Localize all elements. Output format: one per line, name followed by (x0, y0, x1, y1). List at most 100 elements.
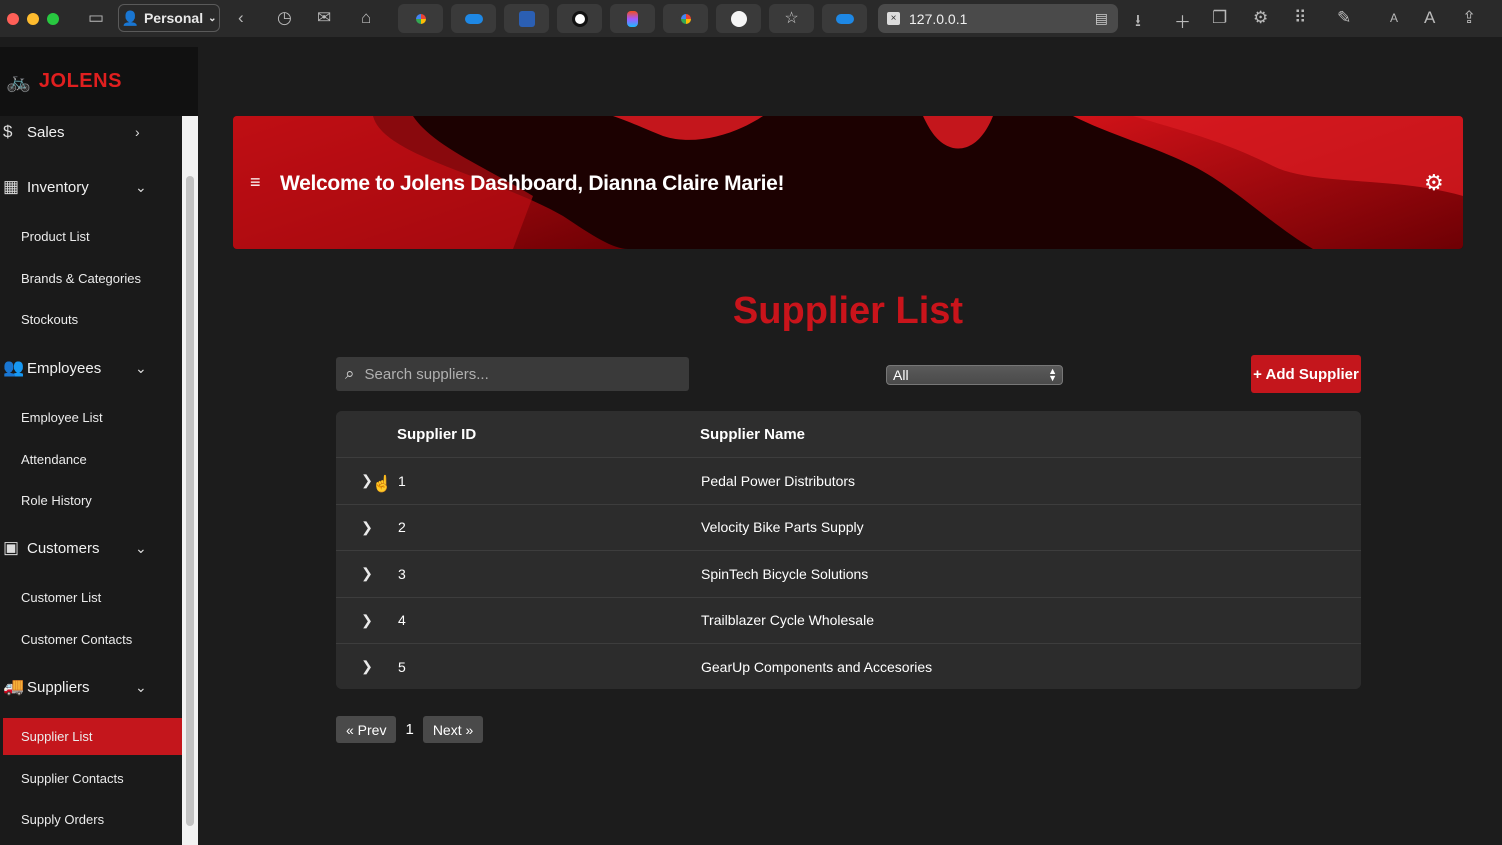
edit-icon[interactable]: ✎ (1337, 8, 1351, 28)
scrollbar-thumb[interactable] (186, 176, 194, 826)
select-arrows-icon: ▲ ▼ (1048, 366, 1057, 383)
current-page-number: 1 (405, 721, 414, 738)
supplier-filter-select[interactable]: All ▲ ▼ (886, 365, 1063, 385)
supplier-id-cell: 3 (398, 565, 406, 582)
sidebar-scrollbar[interactable] (182, 116, 198, 845)
filter-selected-value: All (893, 367, 909, 383)
contact-card-icon: ▣ (3, 538, 20, 557)
new-tab-icon[interactable]: ＋ (1174, 8, 1191, 33)
expand-row-icon[interactable]: ❯ (336, 658, 398, 675)
minimize-window-button[interactable] (27, 12, 39, 25)
sidebar-item-attendance[interactable]: Attendance (0, 442, 182, 476)
section-label: Inventory (27, 178, 89, 196)
onedrive-favicon-tab[interactable] (451, 4, 496, 33)
section-label: Employees (27, 359, 102, 377)
profile-label: Personal (143, 10, 204, 26)
close-window-button[interactable] (7, 12, 19, 25)
supplier-name-cell: Trailblazer Cycle Wholesale (701, 612, 874, 629)
supplier-id-cell: 1 (398, 472, 406, 489)
favorites-star-tab[interactable]: ☆ (769, 4, 814, 33)
browser-toolbar: ▭ 👤 Personal ⌄ ‹ ◷ ✉ ⌂ ☆ × 127.0.0.1 ▤ ⭳… (0, 0, 1502, 37)
settings-gear-icon[interactable]: ⚙ (1424, 170, 1444, 196)
mouse-pointer-icon: ☝ (372, 476, 392, 493)
sidebar-item-customer-list[interactable]: Customer List (0, 580, 182, 614)
download-icon[interactable]: ⭳ (1135, 8, 1141, 37)
tabs-overview-icon[interactable]: ❐ (1212, 8, 1227, 28)
apps-grid-icon[interactable]: ⠿ (1294, 8, 1306, 28)
figma-favicon-tab[interactable] (610, 4, 655, 33)
sidebar-item-product-list[interactable]: Product List (0, 219, 182, 253)
sidebar-section-inventory[interactable]: ▦ Inventory ⌄ (0, 167, 182, 207)
sidebar: 🚲 JOLENS $ Sales › ▦ Inventory ⌄ Product… (0, 47, 198, 845)
supplier-name-cell: Pedal Power Distributors (701, 472, 856, 489)
sidebar-item-label: Employee List (21, 409, 103, 425)
history-icon[interactable]: ◷ (277, 8, 292, 28)
sidebar-item-employee-list[interactable]: Employee List (0, 400, 182, 434)
chevron-down-icon: ⌄ (135, 539, 147, 556)
sidebar-item-label: Customer Contacts (21, 631, 133, 647)
supplier-id-cell: 2 (398, 519, 406, 536)
chevron-right-icon: › (135, 124, 140, 140)
maximize-window-button[interactable] (47, 12, 59, 25)
search-input[interactable] (364, 365, 655, 383)
truck-icon: 🚚 (3, 677, 25, 696)
prev-page-button[interactable]: « Prev (336, 716, 397, 743)
sidebar-item-label: Supplier Contacts (21, 770, 124, 786)
column-header-supplier-id: Supplier ID (397, 425, 477, 443)
supplier-name-cell: GearUp Components and Accesories (701, 658, 933, 675)
person-icon: 👤 (121, 9, 139, 26)
supplier-table: Supplier ID Supplier Name ❯ 1 Pedal Powe… (336, 411, 1361, 689)
sidebar-item-label: Product List (21, 228, 90, 244)
welcome-message: Welcome to Jolens Dashboard, Dianna Clai… (280, 172, 785, 195)
bicycle-icon: 🚲 (6, 71, 31, 93)
sidebar-section-sales[interactable]: $ Sales › (0, 112, 182, 152)
table-row[interactable]: ❯ 5 GearUp Components and Accesories (336, 643, 1361, 689)
next-page-button[interactable]: Next » (422, 716, 484, 743)
expand-row-icon[interactable]: ❯ (336, 612, 398, 629)
add-supplier-button[interactable]: + Add Supplier (1251, 355, 1361, 393)
sidebar-item-supply-orders[interactable]: Supply Orders (0, 802, 182, 836)
sidebar-section-customers[interactable]: ▣ Customers ⌄ (0, 528, 182, 568)
section-label: Sales (27, 123, 65, 141)
sidebar-item-supplier-contacts[interactable]: Supplier Contacts (0, 761, 182, 795)
sidebar-section-suppliers[interactable]: 🚚 Suppliers ⌄ (0, 667, 182, 707)
expand-row-icon[interactable]: ❯ (336, 565, 398, 582)
table-row[interactable]: ❯ 1 Pedal Power Distributors (336, 457, 1361, 504)
reader-icon[interactable]: ▤ (1095, 10, 1108, 27)
share-icon[interactable]: ⇪ (1462, 8, 1476, 28)
font-increase-icon[interactable]: A (1424, 8, 1435, 28)
table-row[interactable]: ❯ 4 Trailblazer Cycle Wholesale (336, 596, 1361, 643)
font-decrease-icon[interactable]: A (1390, 11, 1398, 25)
column-header-supplier-name: Supplier Name (700, 425, 806, 443)
page-title: Supplier List (732, 290, 964, 332)
word-favicon-tab[interactable] (504, 4, 549, 33)
github-favicon-tab[interactable] (716, 4, 761, 33)
mail-icon[interactable]: ✉ (317, 8, 331, 28)
sidebar-section-employees[interactable]: 👥 Employees ⌄ (0, 348, 182, 388)
sidebar-item-label: Customer List (21, 589, 102, 605)
address-bar[interactable]: × 127.0.0.1 ▤ (878, 4, 1118, 33)
chevron-down-icon: ⌄ (135, 678, 147, 695)
expand-row-icon[interactable]: ❯ (336, 519, 398, 536)
section-label: Customers (27, 539, 100, 557)
supplier-name-cell: SpinTech Bicycle Solutions (701, 565, 869, 582)
menu-icon[interactable]: ≡ (250, 172, 261, 193)
sidebar-toggle-icon[interactable]: ▭ (88, 8, 104, 28)
sidebar-item-role-history[interactable]: Role History (0, 483, 182, 517)
back-icon[interactable]: ‹ (238, 8, 244, 28)
table-row[interactable]: ❯ 2 Velocity Bike Parts Supply (336, 503, 1361, 550)
boxes-icon: ▦ (3, 177, 20, 196)
onedrive-favicon-tab[interactable] (822, 4, 867, 33)
google-favicon-tab[interactable] (398, 4, 443, 33)
brand-logo[interactable]: 🚲 JOLENS (0, 47, 198, 116)
profile-button[interactable]: 👤 Personal ⌄ (118, 4, 220, 32)
window-controls (7, 12, 59, 25)
home-icon[interactable]: ⌂ (361, 8, 371, 28)
openai-favicon-tab[interactable] (557, 4, 602, 33)
table-row[interactable]: ❯ 3 SpinTech Bicycle Solutions (336, 550, 1361, 597)
google-favicon-tab[interactable] (663, 4, 708, 33)
settings-icon[interactable]: ⚙ (1253, 8, 1268, 28)
money-bag-icon: $ (3, 122, 13, 141)
sidebar-item-customer-contacts[interactable]: Customer Contacts (0, 622, 182, 656)
sidebar-item-supplier-list[interactable]: Supplier List (3, 718, 182, 755)
